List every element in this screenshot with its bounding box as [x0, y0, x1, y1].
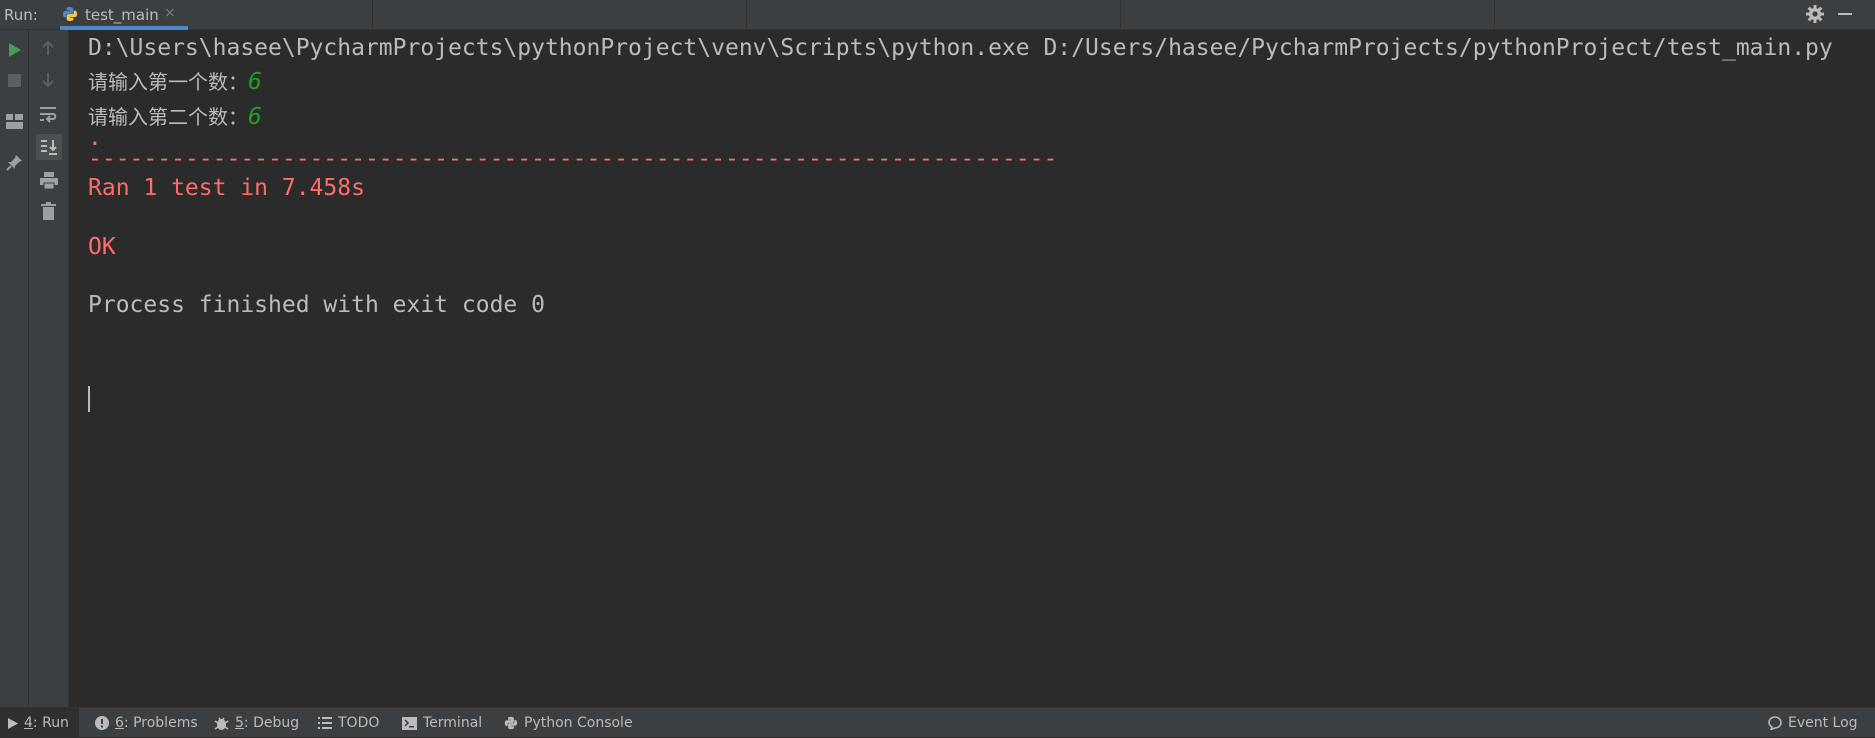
soft-wrap-icon[interactable]	[39, 106, 58, 123]
event-log-button[interactable]: Event Log	[1768, 708, 1858, 738]
test-result: OK	[88, 234, 116, 260]
tab-python-console[interactable]: Python Console	[504, 708, 633, 738]
tab-problems-label: : Problems	[123, 715, 198, 731]
divider	[372, 0, 373, 30]
minimize-icon[interactable]	[1838, 13, 1852, 15]
tab-run-number: 4	[24, 715, 33, 731]
prompt-text: 请输入第一个数：	[88, 70, 248, 94]
test-summary: Ran 1 test in 7.458s	[88, 175, 365, 201]
tab-problems-number: 6	[115, 715, 124, 731]
terminal-icon	[402, 716, 417, 730]
tab-test-main[interactable]: test_main ×	[60, 0, 188, 30]
python-icon	[63, 7, 77, 21]
user-input: 6	[248, 104, 262, 130]
run-header: Run: test_main ×	[0, 0, 1875, 30]
tab-label: test_main	[85, 6, 159, 24]
tab-run[interactable]: 4: Run	[0, 708, 79, 738]
tab-terminal-label: Terminal	[423, 715, 483, 731]
process-exit-message: Process finished with exit code 0	[88, 292, 545, 318]
stop-icon[interactable]	[8, 74, 21, 87]
up-arrow-icon[interactable]	[41, 40, 55, 56]
down-arrow-icon[interactable]	[41, 72, 55, 88]
input-prompt-line: 请输入第二个数：6	[88, 101, 262, 130]
divider	[1120, 0, 1121, 30]
trash-icon[interactable]	[41, 202, 56, 220]
input-prompt-line: 请输入第一个数：6	[88, 66, 262, 95]
console-actions-toolbar	[29, 30, 69, 707]
bug-icon	[214, 717, 229, 730]
divider	[746, 0, 747, 30]
warning-icon	[95, 716, 109, 730]
gear-icon[interactable]	[1804, 3, 1826, 25]
pin-icon[interactable]	[6, 154, 23, 171]
layout-icon[interactable]	[6, 114, 23, 129]
tab-todo-label: TODO	[338, 715, 380, 731]
close-icon[interactable]: ×	[164, 5, 176, 21]
rerun-icon[interactable]	[8, 42, 22, 58]
play-icon	[8, 717, 18, 729]
print-icon[interactable]	[40, 172, 58, 189]
scroll-to-end-button[interactable]	[36, 134, 62, 160]
run-actions-toolbar	[0, 30, 29, 707]
tab-run-label: : Run	[32, 715, 69, 731]
divider	[1494, 0, 1495, 30]
tab-terminal[interactable]: Terminal	[402, 708, 482, 738]
user-input: 6	[248, 69, 262, 95]
prompt-text: 请输入第二个数：	[88, 105, 248, 129]
scroll-to-end-icon	[41, 140, 57, 155]
separator-line: ----------------------------------------…	[88, 146, 1058, 172]
run-label: Run:	[4, 6, 38, 24]
event-log-icon	[1768, 716, 1782, 730]
event-log-label: Event Log	[1788, 715, 1858, 731]
tab-python-console-label: Python Console	[524, 715, 633, 731]
tab-debug-label: : Debug	[243, 715, 300, 731]
tab-todo[interactable]: TODO	[318, 708, 379, 738]
list-icon	[318, 717, 332, 729]
text-caret	[88, 386, 90, 412]
tool-window-bar: 4: Run 6: Problems 5: Debug TODO Termina…	[0, 707, 1875, 738]
tab-debug-number: 5	[235, 715, 244, 731]
tab-problems[interactable]: 6: Problems	[95, 708, 198, 738]
command-line: D:\Users\hasee\PycharmProjects\pythonPro…	[88, 35, 1833, 61]
console-output[interactable]: D:\Users\hasee\PycharmProjects\pythonPro…	[69, 30, 1875, 707]
run-tool-window: Run: test_main × D:\Users\hasee\PycharmP…	[0, 0, 1875, 738]
tab-debug[interactable]: 5: Debug	[214, 708, 299, 738]
python-icon	[504, 716, 518, 730]
